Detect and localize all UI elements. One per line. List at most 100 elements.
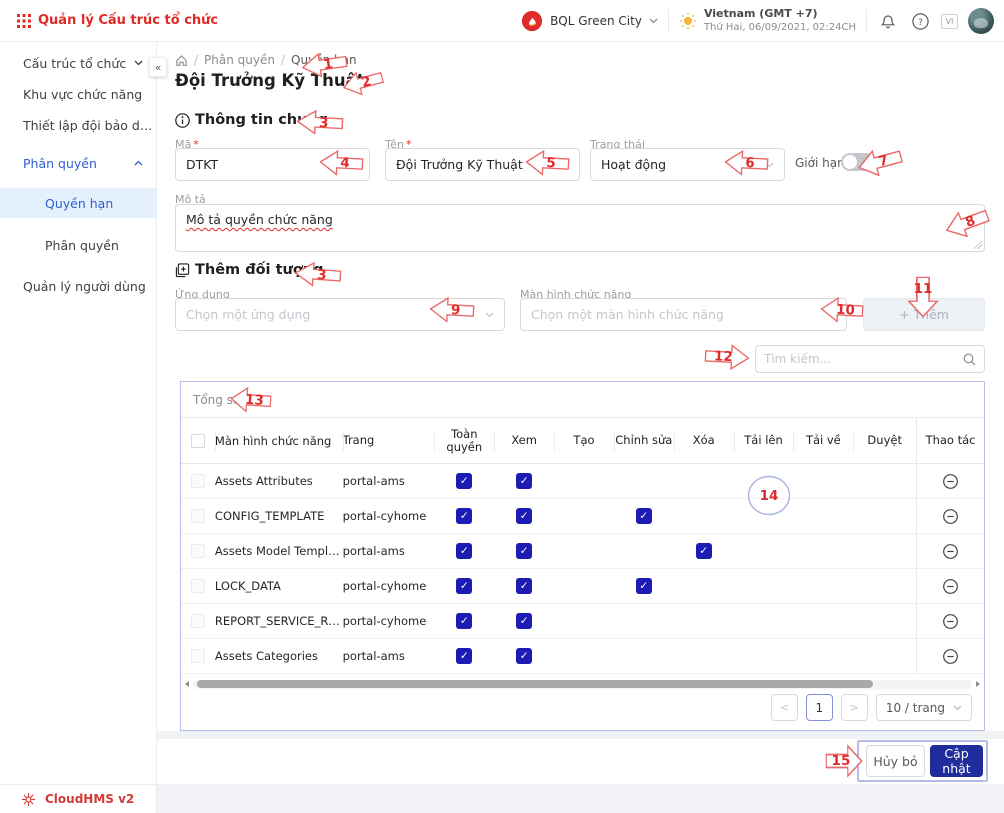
sidebar: Cấu trúc tổ chức Khu vực chức năng Thiết l… [0,42,157,813]
add-object-section-title: Thêm đối tượng [175,262,323,278]
cancel-button[interactable]: Hủy bỏ [866,745,925,777]
chevron-down-icon [765,162,774,168]
permission-checkbox[interactable] [516,613,532,629]
remove-icon[interactable] [942,613,959,630]
search-icon[interactable] [963,353,976,366]
row-checkbox[interactable] [191,544,205,558]
org-selector[interactable]: BQL Green City [521,10,658,32]
cell-screen: Assets Attributes [215,464,343,499]
add-object-icon [175,263,190,278]
top-header-bar: Quản lý Cấu trúc tổ chức BQL Green City [0,0,1004,42]
status-select[interactable]: Hoạt động [590,148,785,181]
sidebar-collapse-button[interactable]: « [149,57,167,77]
row-checkbox[interactable] [191,474,205,488]
table-row-5: Assets Categoriesportal-ams [181,639,984,674]
total-value: 6 [248,393,256,407]
cell-page: portal-cyhome [343,579,435,593]
help-button[interactable]: ? [909,10,931,32]
question-icon: ? [912,13,929,30]
permission-checkbox[interactable] [456,473,472,489]
screen-select[interactable]: Chọn một màn hình chức năng [520,298,847,331]
header-perm-6: Xóa [674,418,734,463]
add-button[interactable]: + Thêm [863,298,985,331]
permission-checkbox[interactable] [516,648,532,664]
sidebar-item-4[interactable]: Quyền hạn [0,188,157,218]
permission-checkbox[interactable] [636,578,652,594]
permission-checkbox[interactable] [456,543,472,559]
remove-icon[interactable] [942,648,959,665]
sidebar-item-label: Phân quyền [45,238,157,253]
cell-action [916,639,984,673]
permission-checkbox[interactable] [636,508,652,524]
remove-icon[interactable] [942,543,959,560]
breadcrumb-item[interactable]: Phân quyền [204,53,275,67]
cell-screen: REPORT_SERVICE_REVEN... [215,604,343,639]
sidebar-item-1[interactable]: Khu vực chức năng [0,79,157,109]
permission-checkbox[interactable] [456,578,472,594]
remove-icon[interactable] [942,578,959,595]
permission-checkbox[interactable] [516,508,532,524]
prev-page-button[interactable]: < [771,694,798,721]
permission-checkbox[interactable] [456,508,472,524]
cell-page: portal-ams [343,649,435,663]
chevron-down-icon [953,705,962,711]
page-size-select[interactable]: 10 / trang [876,694,972,721]
header-perm-8: Tải về [793,418,853,463]
scrollbar-thumb[interactable] [197,680,873,688]
permission-checkbox[interactable] [456,648,472,664]
breadcrumb-item-current[interactable]: Quyền hạn [291,53,357,67]
row-checkbox[interactable] [191,509,205,523]
chevron-down-icon [134,60,143,66]
resize-handle[interactable] [973,240,982,249]
header-perm-3: Xem [494,418,554,463]
current-page[interactable]: 1 [806,694,833,721]
sidebar-item-3[interactable]: Phân quyền [0,148,157,178]
remove-icon[interactable] [942,508,959,525]
chevron-down-icon [649,18,658,24]
header-checkbox-cell [181,418,215,463]
permission-checkbox[interactable] [456,613,472,629]
sidebar-item-label: Thiết lập đội bảo dưỡng khu ... [23,118,157,133]
code-input[interactable] [175,148,370,181]
update-button[interactable]: Cập nhật [930,745,983,777]
description-textarea[interactable]: Mô tả quyền chức năng [175,204,985,252]
user-avatar[interactable] [968,8,994,34]
cell-screen: Assets Model Templates [215,534,343,569]
sidebar-item-label: Quản lý người dùng [23,279,157,294]
sidebar-item-label: Khu vực chức năng [23,87,157,102]
name-input[interactable] [385,148,580,181]
bell-icon [880,13,896,30]
search-input[interactable] [756,352,963,366]
permission-checkbox[interactable] [696,543,712,559]
notifications-button[interactable] [877,10,899,32]
select-all-checkbox[interactable] [191,434,205,448]
scroll-left-arrow[interactable] [183,679,193,689]
limit-toggle[interactable] [841,153,875,171]
home-icon[interactable] [175,54,188,67]
org-logo-icon [521,10,543,32]
sidebar-item-5[interactable]: Phân quyền [0,230,157,260]
sidebar-item-6[interactable]: Quản lý người dùng [0,271,157,301]
permission-checkbox[interactable] [516,543,532,559]
application-select[interactable]: Chọn một ứng dụng [175,298,505,331]
app-grid-icon[interactable] [17,14,31,28]
header-screen: Màn hình chức năng [215,418,343,463]
permission-checkbox[interactable] [516,473,532,489]
content-card: / Phân quyền / Quyền hạn Đội Trưởng Kỹ T… [157,42,1004,731]
table-row-4: REPORT_SERVICE_REVEN...portal-cyhome [181,604,984,639]
horizontal-scrollbar[interactable] [183,678,982,690]
info-icon [175,113,190,128]
timezone-label: Vietnam (GMT +7) [704,8,856,20]
next-page-button[interactable]: > [841,694,868,721]
sidebar-item-0[interactable]: Cấu trúc tổ chức [0,48,157,78]
row-checkbox[interactable] [191,579,205,593]
scroll-right-arrow[interactable] [972,679,982,689]
language-badge[interactable]: VI [941,14,958,29]
sidebar-item-2[interactable]: Thiết lập đội bảo dưỡng khu ... [0,110,157,140]
row-checkbox[interactable] [191,649,205,663]
permission-checkbox[interactable] [516,578,532,594]
remove-icon[interactable] [942,473,959,490]
general-info-section-title: Thông tin chung [175,112,328,128]
table-row-3: LOCK_DATAportal-cyhome [181,569,984,604]
row-checkbox[interactable] [191,614,205,628]
